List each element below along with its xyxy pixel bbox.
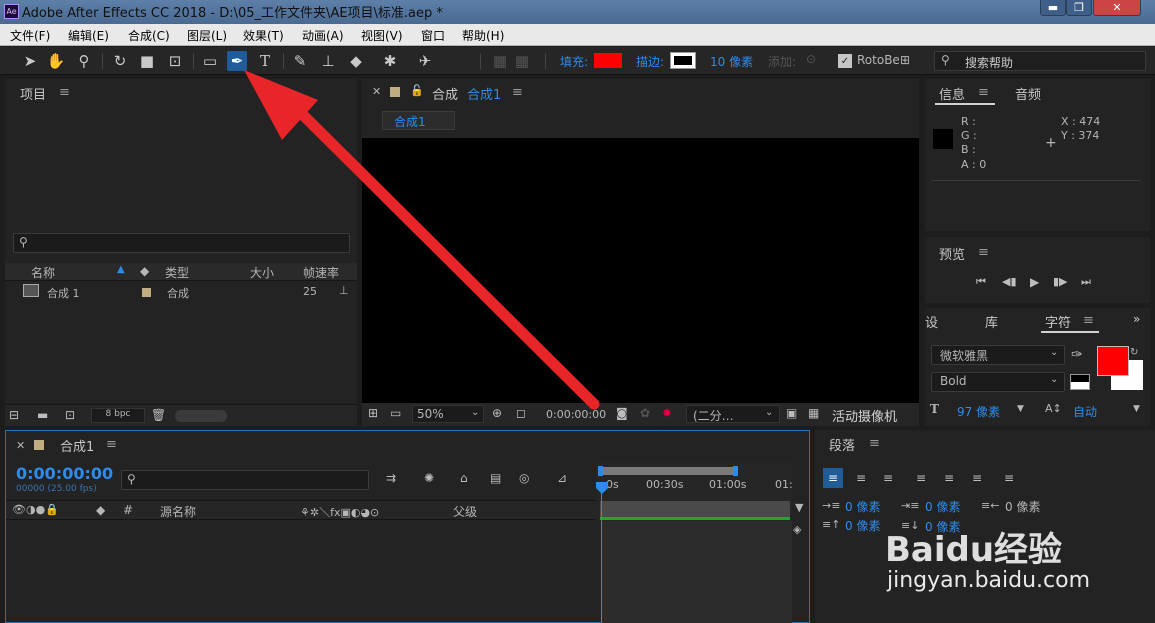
annotation-arrow xyxy=(244,70,600,410)
